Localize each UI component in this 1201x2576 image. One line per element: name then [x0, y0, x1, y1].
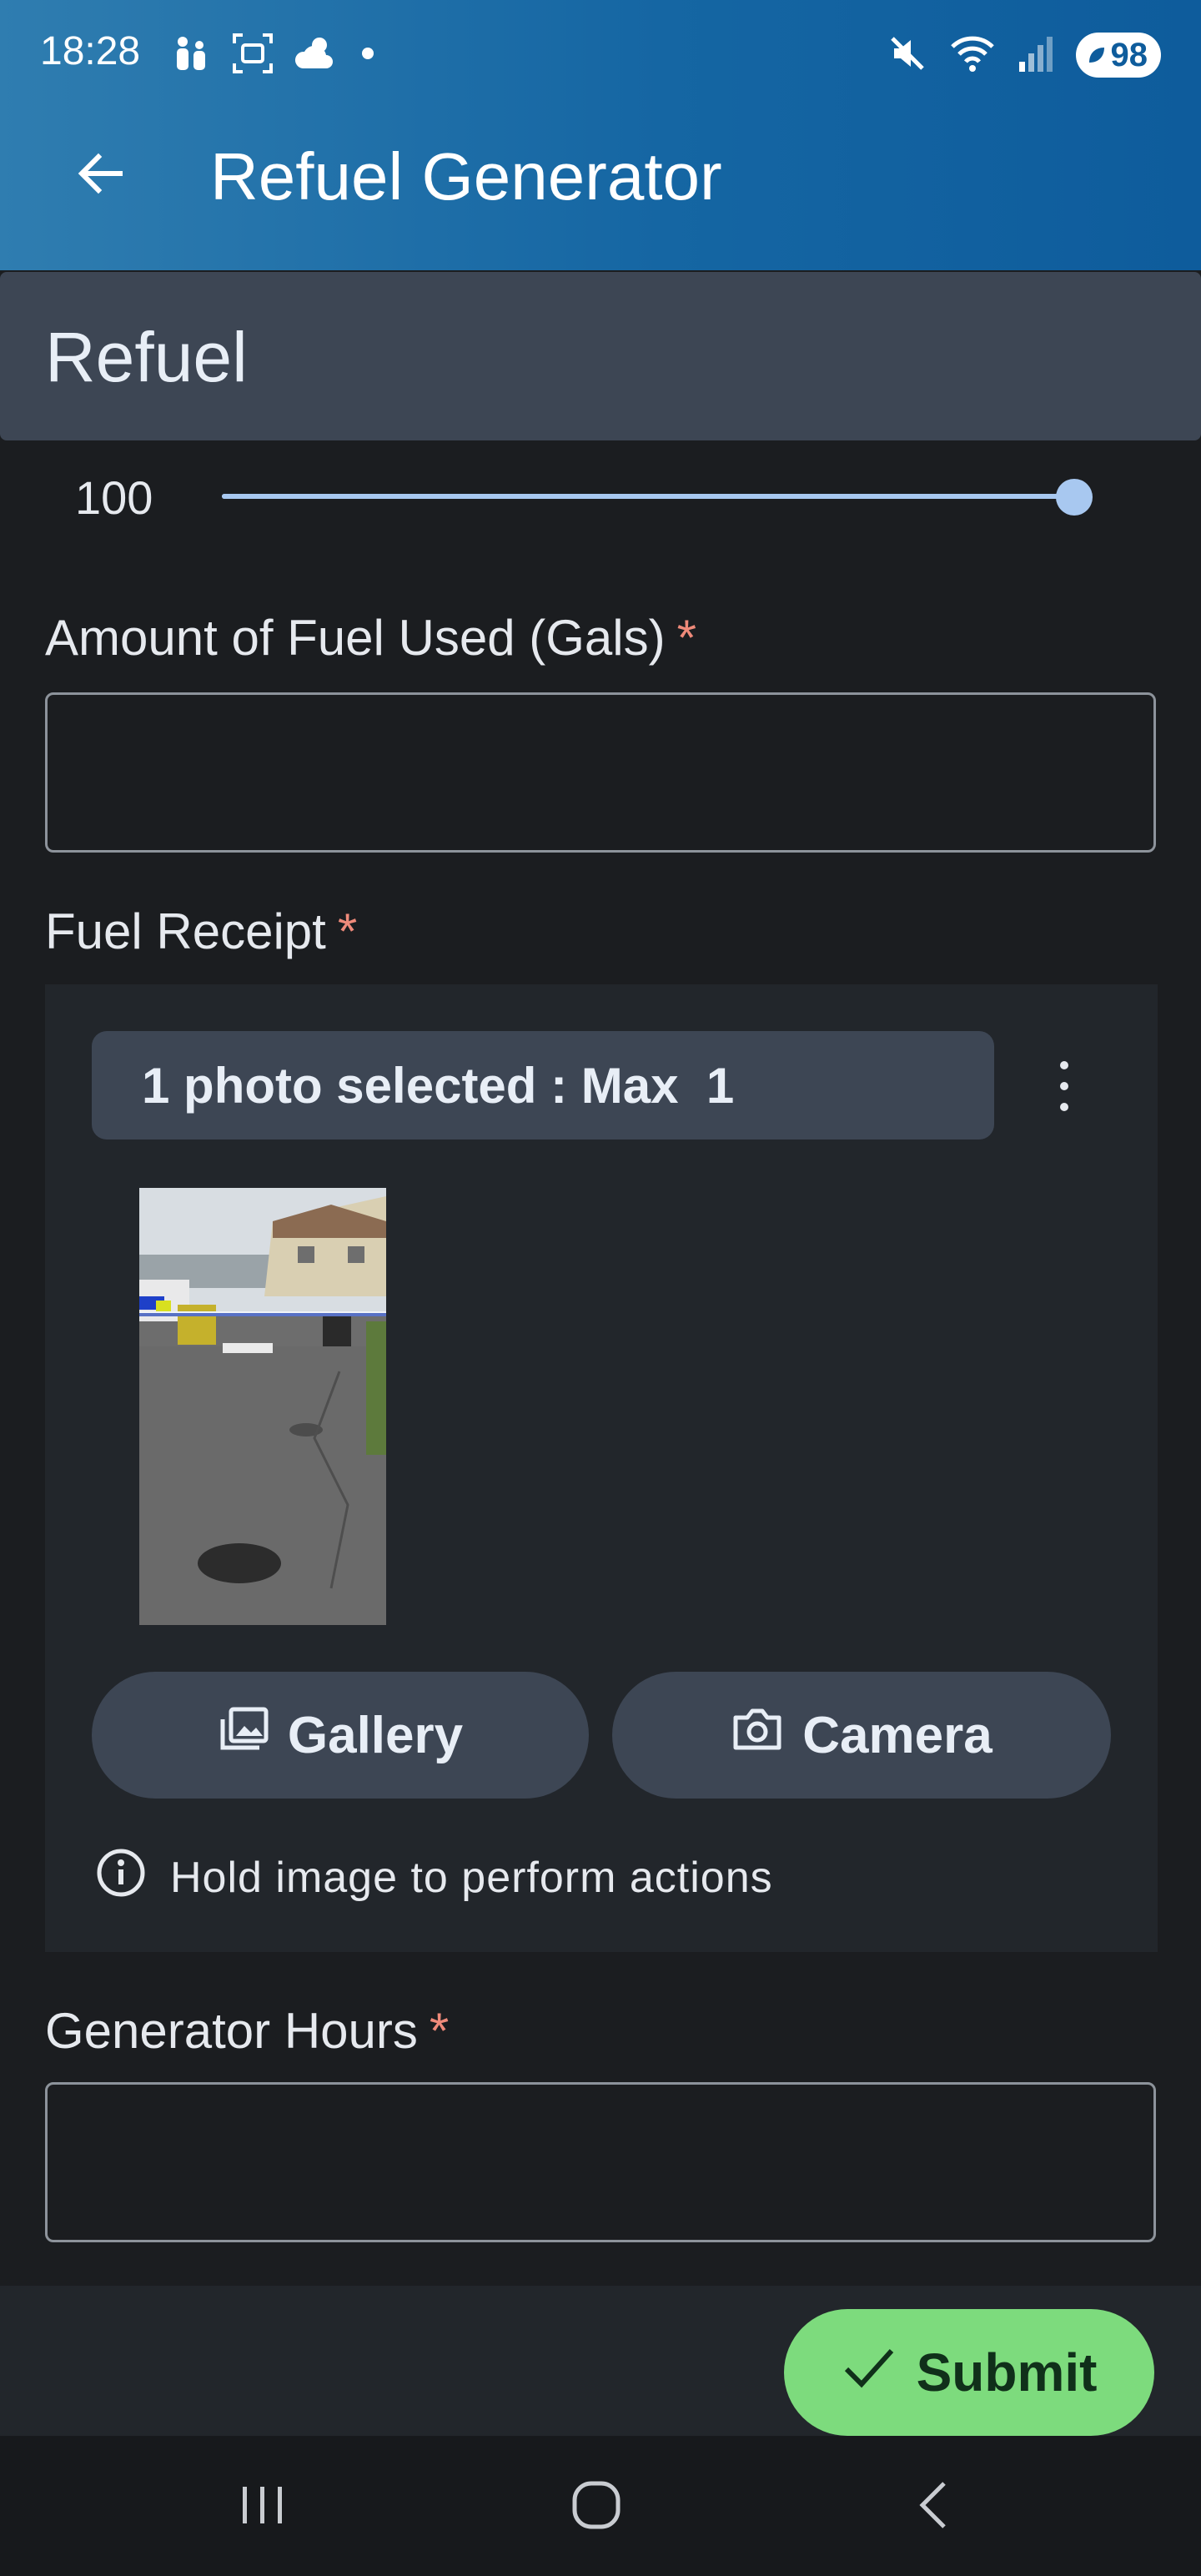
back-button[interactable]: [67, 142, 133, 209]
submit-label: Submit: [916, 2342, 1098, 2402]
generator-hours-input[interactable]: [45, 2082, 1156, 2242]
generator-hours-label-text: Generator Hours: [45, 2003, 418, 2059]
gallery-label: Gallery: [287, 1706, 464, 1764]
required-marker: *: [337, 903, 358, 959]
generator-hours-label: Generator Hours *: [45, 2002, 449, 2060]
slider-fill: [222, 494, 1083, 499]
gallery-button[interactable]: Gallery: [92, 1672, 589, 1799]
info-icon: [95, 1847, 147, 1909]
receipt-photo-thumbnail[interactable]: [139, 1188, 386, 1625]
battery-level: 98: [1110, 36, 1148, 73]
slider-thumb[interactable]: [1056, 479, 1093, 516]
arrow-back-icon: [73, 147, 127, 204]
status-icons-left: [171, 32, 376, 78]
mute-icon: [887, 33, 927, 78]
slider-value: 100: [75, 471, 153, 524]
screenshot-icon: [231, 32, 274, 79]
recents-button[interactable]: [217, 2469, 309, 2544]
battery-icon: 98: [1075, 33, 1161, 78]
notification-dot-icon: [359, 45, 376, 66]
home-icon: [570, 2478, 623, 2536]
system-back-button[interactable]: [887, 2469, 979, 2544]
fuel-used-input[interactable]: [45, 692, 1156, 853]
page-title: Refuel Generator: [210, 139, 722, 214]
home-button[interactable]: [550, 2469, 642, 2544]
status-time: 18:28: [40, 29, 141, 73]
fuel-used-label: Amount of Fuel Used (Gals) *: [45, 609, 696, 667]
fuel-used-label-text: Amount of Fuel Used (Gals): [45, 610, 666, 666]
camera-label: Camera: [802, 1706, 992, 1764]
info-text: Hold image to perform actions: [170, 1854, 773, 1902]
back-nav-icon: [912, 2478, 954, 2536]
check-icon: [842, 2342, 897, 2403]
gallery-icon: [218, 1706, 269, 1765]
photo-selected-chip: 1 photo selected : Max 1: [92, 1031, 994, 1140]
more-options-icon[interactable]: [1043, 1056, 1086, 1116]
weather-icon: [294, 33, 339, 78]
receipt-label: Fuel Receipt *: [45, 903, 357, 960]
family-icon: [171, 33, 211, 78]
required-marker: *: [676, 610, 696, 666]
wifi-icon: [949, 33, 996, 78]
section-title: Refuel: [45, 318, 248, 396]
slider-track[interactable]: [222, 494, 1083, 499]
signal-icon: [1018, 33, 1054, 78]
submit-button[interactable]: Submit: [784, 2309, 1154, 2436]
info-hint: Hold image to perform actions: [95, 1849, 773, 1907]
receipt-label-text: Fuel Receipt: [45, 903, 326, 959]
camera-icon: [731, 1706, 784, 1765]
recents-icon: [238, 2480, 288, 2534]
camera-button[interactable]: Camera: [612, 1672, 1111, 1799]
required-marker: *: [429, 2003, 450, 2059]
status-icons-right: 98: [887, 30, 1161, 80]
